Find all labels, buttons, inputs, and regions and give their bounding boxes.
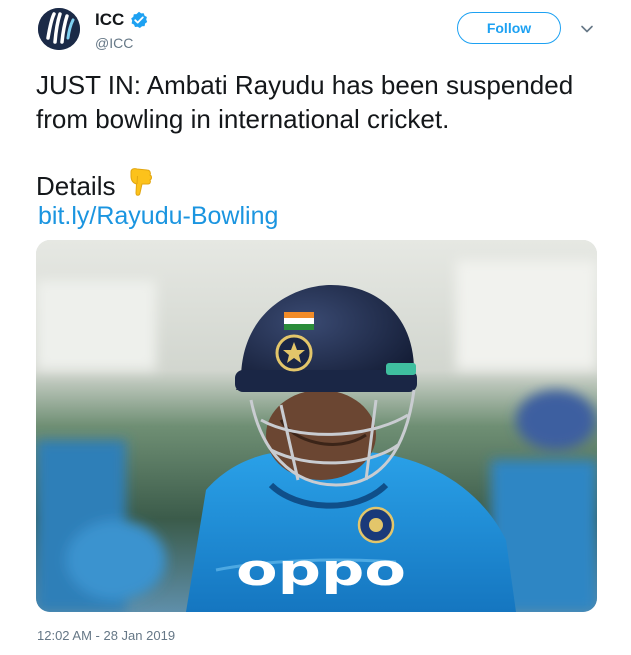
- tweet-media-image[interactable]: oppo: [36, 240, 597, 612]
- chevron-down-icon[interactable]: [580, 22, 594, 36]
- author-name-row[interactable]: ICC: [95, 10, 148, 30]
- jersey-sponsor-text: oppo: [236, 545, 406, 596]
- details-label: Details: [36, 171, 116, 201]
- tweet-text: JUST IN: Ambati Rayudu has been suspende…: [36, 70, 574, 134]
- tweet-timestamp[interactable]: 12:02 AM - 28 Jan 2019: [37, 628, 175, 643]
- verified-badge-icon: [130, 11, 148, 29]
- photo-player: oppo: [36, 240, 597, 612]
- avatar[interactable]: [38, 8, 80, 50]
- follow-button[interactable]: Follow: [457, 12, 561, 44]
- icc-logo-icon: [38, 8, 80, 50]
- author-name[interactable]: ICC: [95, 10, 124, 30]
- author-handle[interactable]: @ICC: [95, 35, 133, 51]
- tweet-link[interactable]: bit.ly/Rayudu-Bowling: [38, 199, 278, 233]
- tweet-card: ICC @ICC Follow JUST IN: Ambati Rayudu h…: [0, 0, 631, 655]
